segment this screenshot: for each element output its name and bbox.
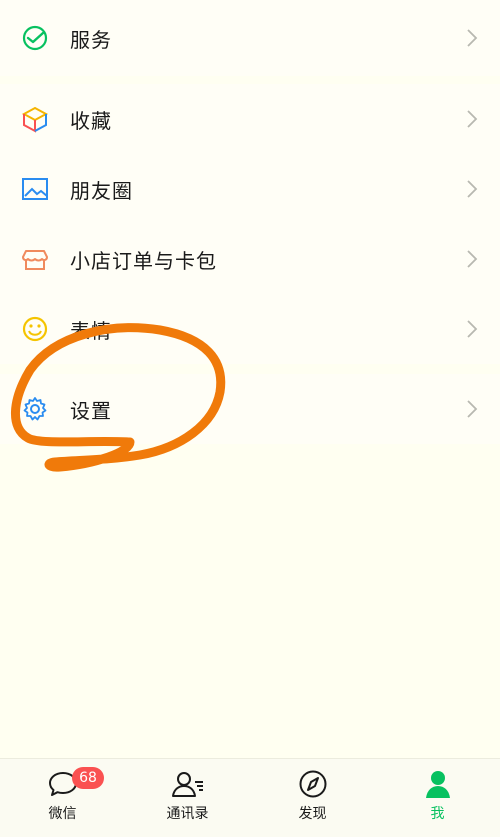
- compass-icon: [296, 769, 330, 799]
- smiley-icon: [20, 314, 50, 344]
- menu-label-moments: 朋友圈: [70, 178, 133, 203]
- menu-item-moments[interactable]: 朋友圈: [0, 154, 500, 224]
- menu-item-stickers[interactable]: 表情: [0, 294, 500, 364]
- tab-label-me: 我: [430, 806, 445, 822]
- person-icon: [421, 769, 455, 799]
- tab-label-discover: 发现: [298, 806, 327, 822]
- chevron-right-icon: [464, 398, 480, 420]
- contacts-icon: [171, 769, 205, 799]
- chevron-right-icon: [464, 108, 480, 130]
- tab-discover[interactable]: 发现: [250, 759, 375, 837]
- menu-item-orders[interactable]: 小店订单与卡包: [0, 224, 500, 294]
- tab-contacts[interactable]: 通讯录: [125, 759, 250, 837]
- menu-item-services[interactable]: 服务: [0, 0, 500, 76]
- tab-label-chats: 微信: [48, 806, 77, 822]
- wechat-pay-icon: [20, 23, 50, 53]
- unread-badge: 68: [72, 767, 104, 789]
- menu-item-favorites[interactable]: 收藏: [0, 84, 500, 154]
- chevron-right-icon: [464, 248, 480, 270]
- cube-icon: [20, 104, 50, 134]
- chevron-right-icon: [464, 27, 480, 49]
- gear-icon: [20, 394, 50, 424]
- chevron-right-icon: [464, 318, 480, 340]
- menu-label-services: 服务: [70, 27, 112, 52]
- menu-item-settings[interactable]: 设置: [0, 374, 500, 444]
- tab-me[interactable]: 我: [375, 759, 500, 837]
- bottom-tab-bar: 68 微信 通讯录 发现 我: [0, 758, 500, 837]
- chevron-right-icon: [464, 178, 480, 200]
- menu-label-settings: 设置: [70, 398, 112, 423]
- menu-label-stickers: 表情: [70, 318, 112, 343]
- picture-icon: [20, 174, 50, 204]
- tab-chats[interactable]: 68 微信: [0, 759, 125, 837]
- shop-icon: [20, 244, 50, 274]
- menu-label-favorites: 收藏: [70, 108, 112, 133]
- menu-label-orders: 小店订单与卡包: [70, 248, 217, 273]
- tab-label-contacts: 通讯录: [166, 806, 209, 822]
